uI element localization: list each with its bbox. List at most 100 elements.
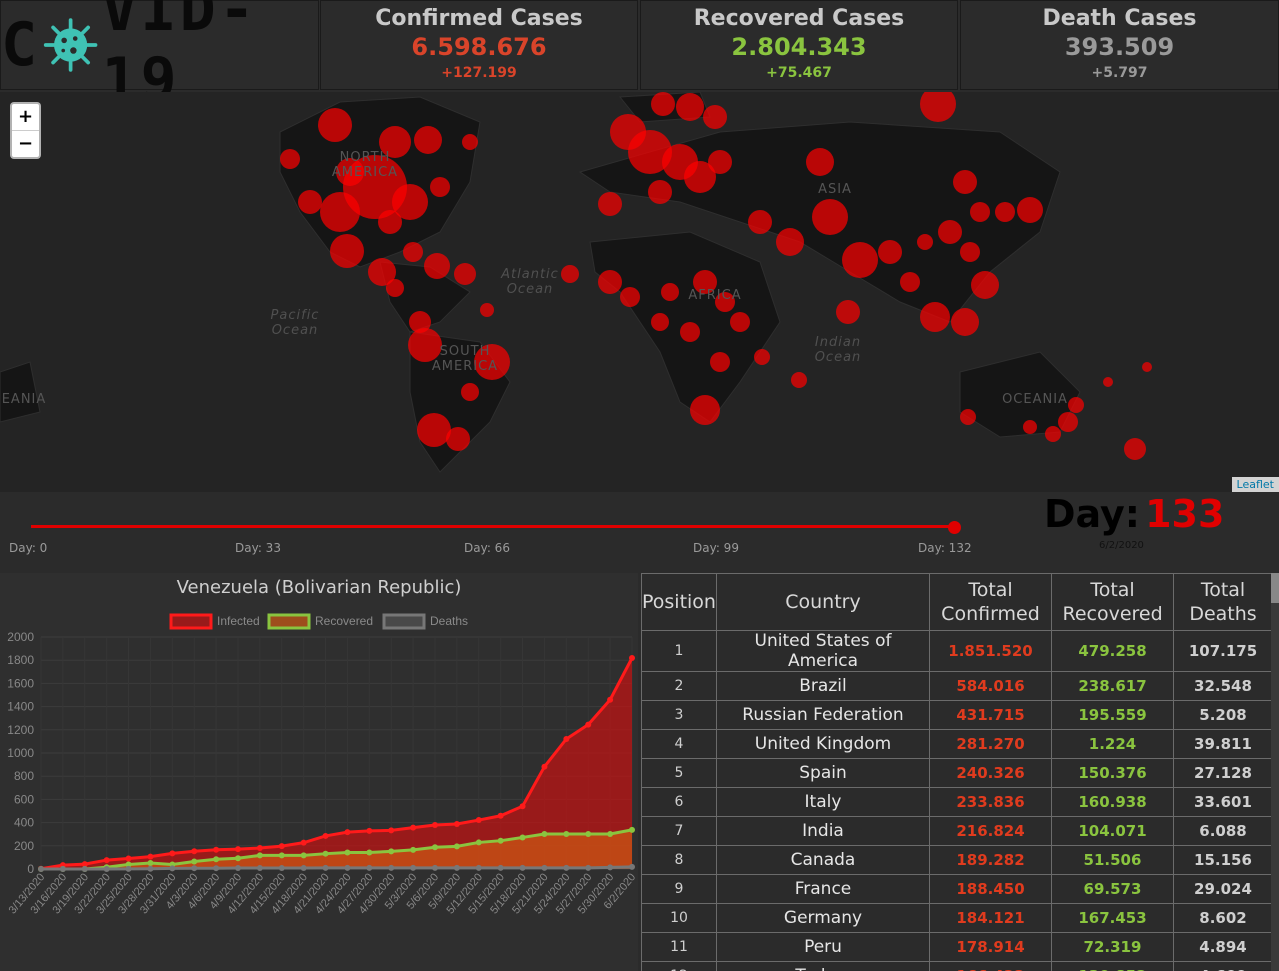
case-marker[interactable] [842, 242, 878, 278]
timeline-track[interactable] [31, 525, 954, 528]
data-point-recovered [300, 852, 307, 859]
case-marker[interactable] [690, 395, 720, 425]
case-marker[interactable] [680, 322, 700, 342]
case-marker[interactable] [386, 279, 404, 297]
case-marker[interactable] [378, 210, 402, 234]
leaflet-attribution-link[interactable]: Leaflet [1231, 477, 1279, 492]
case-marker[interactable] [280, 149, 300, 169]
case-marker[interactable] [920, 92, 956, 122]
case-marker[interactable] [1142, 362, 1152, 372]
scrollbar-thumb[interactable] [1271, 573, 1279, 603]
deaths-delta: +5.797 [1091, 65, 1148, 81]
data-point-deaths [322, 864, 329, 871]
case-marker[interactable] [620, 287, 640, 307]
case-marker[interactable] [730, 312, 750, 332]
case-marker[interactable] [330, 234, 364, 268]
case-marker[interactable] [462, 134, 478, 150]
zoom-out-button[interactable]: − [12, 131, 39, 157]
case-marker[interactable] [776, 228, 804, 256]
data-point-recovered [344, 849, 351, 856]
case-marker[interactable] [598, 270, 622, 294]
table-row[interactable]: 9 France 188.450 69.573 29.024 [641, 874, 1273, 904]
data-point-infected [541, 763, 548, 770]
world-map[interactable]: NORTH AMERICA SOUTH AMERICA AFRICA ASIA … [0, 92, 1279, 492]
case-marker[interactable] [710, 352, 730, 372]
case-marker[interactable] [917, 234, 933, 250]
case-marker[interactable] [454, 263, 476, 285]
label-oceania-left: EANIA [1, 392, 47, 407]
case-marker[interactable] [430, 177, 450, 197]
data-point-deaths [410, 864, 417, 871]
case-marker[interactable] [938, 220, 962, 244]
cell-total-recovered: 72.319 [1051, 932, 1174, 962]
zoom-in-button[interactable]: + [12, 104, 39, 131]
case-marker[interactable] [403, 242, 423, 262]
case-marker[interactable] [995, 202, 1015, 222]
case-marker[interactable] [676, 93, 704, 121]
data-point-deaths [235, 864, 241, 871]
case-marker[interactable] [318, 108, 352, 142]
case-marker[interactable] [970, 202, 990, 222]
case-marker[interactable] [748, 210, 772, 234]
table-row[interactable]: 1 United States of America 1.851.520 479.25… [641, 630, 1273, 672]
case-marker[interactable] [320, 192, 360, 232]
case-marker[interactable] [461, 383, 479, 401]
case-marker[interactable] [414, 126, 442, 154]
case-marker[interactable] [754, 349, 770, 365]
table-row[interactable]: 11 Peru 178.914 72.319 4.894 [641, 932, 1273, 962]
table-row[interactable]: 6 Italy 233.836 160.938 33.601 [641, 787, 1273, 817]
case-marker[interactable] [920, 302, 950, 332]
country-ranking-table-panel[interactable]: Position Country Total Confirmed Total R… [641, 573, 1279, 971]
timeline-handle[interactable] [948, 521, 961, 534]
case-marker[interactable] [417, 413, 451, 447]
case-marker[interactable] [878, 240, 902, 264]
cell-position: 1 [641, 630, 717, 672]
case-marker[interactable] [708, 150, 732, 174]
case-marker[interactable] [651, 92, 675, 116]
data-point-infected [147, 853, 154, 860]
case-marker[interactable] [812, 199, 848, 235]
y-tick-label: 0 [27, 862, 34, 876]
case-marker[interactable] [651, 313, 669, 331]
case-marker[interactable] [836, 300, 860, 324]
case-marker[interactable] [1103, 377, 1113, 387]
cell-position: 10 [641, 903, 717, 933]
case-marker[interactable] [1045, 426, 1061, 442]
table-row[interactable]: 8 Canada 189.282 51.506 15.156 [641, 845, 1273, 875]
case-marker[interactable] [953, 170, 977, 194]
table-row[interactable]: 12Turkey166.422130.8524.609 [641, 961, 1273, 971]
case-marker[interactable] [1058, 412, 1078, 432]
case-marker[interactable] [951, 308, 979, 336]
case-marker[interactable] [424, 253, 450, 279]
data-point-infected [103, 857, 110, 864]
map-canvas[interactable] [0, 92, 1279, 492]
table-row[interactable]: 2 Brazil 584.016 238.617 32.548 [641, 671, 1273, 701]
case-marker[interactable] [1023, 420, 1037, 434]
case-marker[interactable] [900, 272, 920, 292]
case-marker[interactable] [661, 283, 679, 301]
cell-total-confirmed: 178.914 [929, 932, 1052, 962]
table-row[interactable]: 10 Germany 184.121 167.453 8.602 [641, 903, 1273, 933]
case-marker[interactable] [960, 409, 976, 425]
case-marker[interactable] [298, 190, 322, 214]
case-marker[interactable] [806, 148, 834, 176]
case-marker[interactable] [648, 180, 672, 204]
cell-position: 2 [641, 671, 717, 701]
table-row[interactable]: 5 Spain 240.326 150.376 27.128 [641, 758, 1273, 788]
case-marker[interactable] [1017, 197, 1043, 223]
case-marker[interactable] [446, 427, 470, 451]
case-marker[interactable] [971, 271, 999, 299]
case-marker[interactable] [480, 303, 494, 317]
case-marker[interactable] [1124, 438, 1146, 460]
case-marker[interactable] [960, 242, 980, 262]
cell-total-recovered: 167.453 [1051, 903, 1174, 933]
case-marker[interactable] [703, 105, 727, 129]
case-marker[interactable] [598, 192, 622, 216]
cell-total-recovered: 195.559 [1051, 700, 1174, 730]
data-point-deaths [497, 864, 504, 871]
table-row[interactable]: 3 Russian Federation 431.715 195.559 5.208 [641, 700, 1273, 730]
case-marker[interactable] [791, 372, 807, 388]
table-scrollbar[interactable] [1271, 573, 1279, 971]
table-row[interactable]: 7 India 216.824 104.071 6.088 [641, 816, 1273, 846]
table-row[interactable]: 4 United Kingdom 281.270 1.224 39.811 [641, 729, 1273, 759]
